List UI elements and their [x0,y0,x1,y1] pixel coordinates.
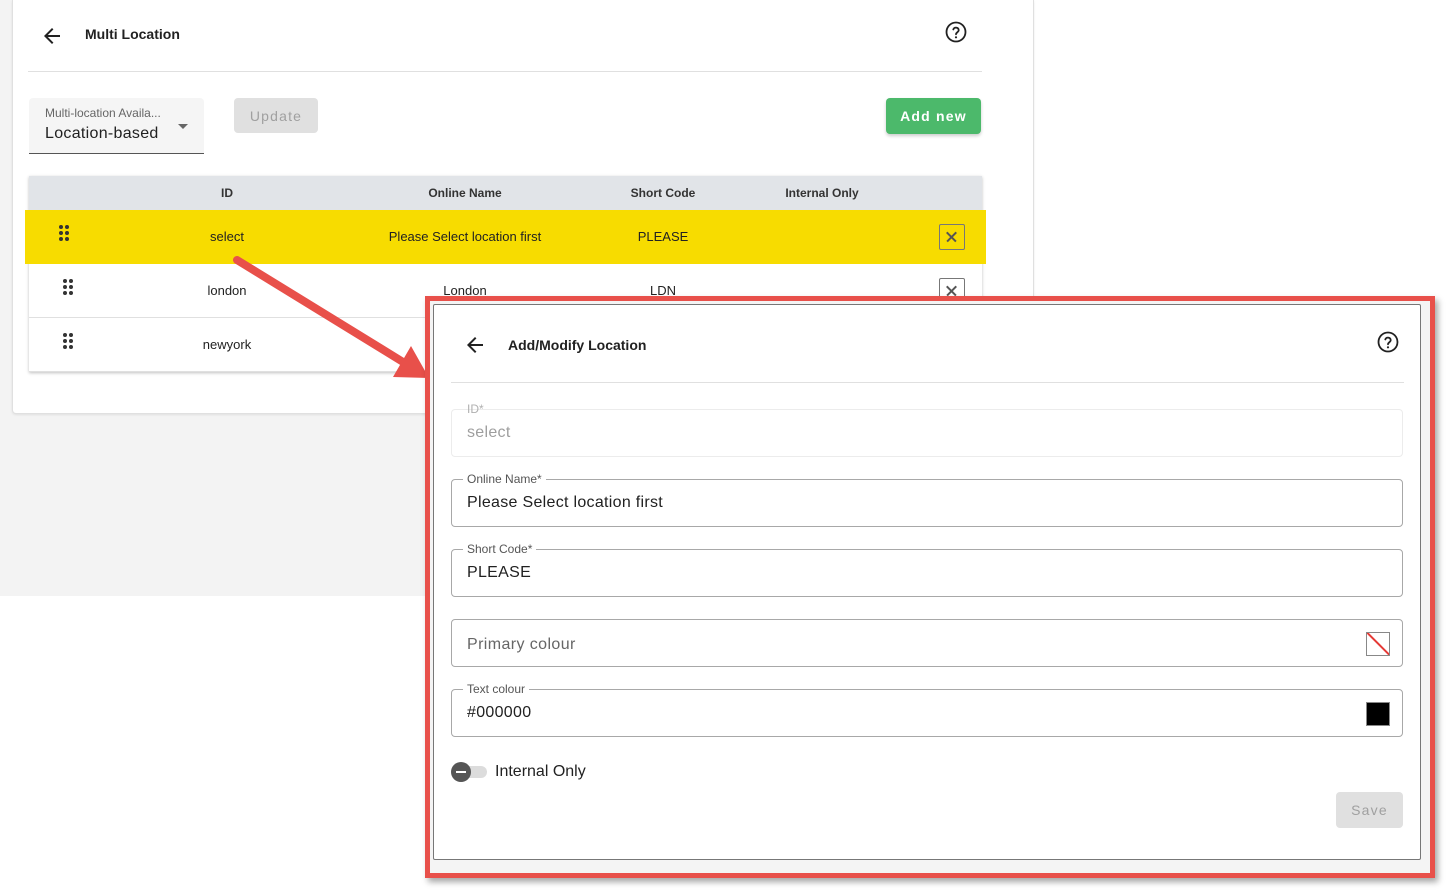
save-button[interactable]: Save [1336,792,1403,828]
short-code-value: PLEASE [467,564,532,581]
column-header-short-code[interactable]: Short Code [631,186,696,200]
short-code-field[interactable]: Short Code* PLEASE [451,542,1403,597]
back-arrow-icon[interactable] [40,24,64,48]
drag-handle-icon[interactable] [63,279,75,295]
column-header-online-name[interactable]: Online Name [428,186,501,200]
caret-down-icon [178,124,188,129]
annotation-arrow-icon [233,256,429,378]
table-header: ID Online Name Short Code Internal Only [29,176,982,210]
dialog-header: Add/Modify Location [451,305,1404,383]
page-title: Multi Location [85,26,180,42]
delete-row-icon[interactable] [939,224,965,250]
short-code-label: Short Code* [463,542,537,556]
add-new-button[interactable]: Add new [886,98,981,134]
page-header: Multi Location [28,0,982,72]
back-arrow-icon[interactable] [463,333,487,357]
help-icon[interactable] [1376,330,1400,354]
select-label: Multi-location Availa... [45,106,161,120]
help-icon[interactable] [944,20,968,44]
drag-handle-icon[interactable] [63,333,75,349]
table-row[interactable]: select Please Select location first PLEA… [25,210,986,264]
column-header-id[interactable]: ID [221,186,233,200]
id-field-label: ID* [467,402,484,416]
id-field: ID* select [451,402,1403,457]
multi-location-availability-select[interactable]: Multi-location Availa... Location-based [29,98,204,154]
internal-only-label: Internal Only [495,763,586,780]
online-name-label: Online Name* [463,472,546,486]
cell-id: select [210,229,244,244]
online-name-field[interactable]: Online Name* Please Select location firs… [451,472,1403,527]
text-colour-field[interactable]: Text colour #000000 [451,682,1403,737]
cell-online-name: Please Select location first [388,229,542,244]
text-colour-value: #000000 [467,704,532,721]
internal-only-toggle[interactable] [451,761,489,783]
column-header-internal-only[interactable]: Internal Only [785,186,858,200]
drag-handle-icon[interactable] [59,225,71,241]
colour-swatch-icon[interactable] [1366,702,1390,726]
primary-colour-field[interactable]: Primary colour [451,619,1403,667]
text-colour-label: Text colour [463,682,530,696]
toggle-knob-icon [451,762,471,782]
online-name-value: Please Select location first [467,494,664,511]
add-modify-location-dialog: Add/Modify Location ID* select Online Na… [433,304,1421,860]
no-colour-swatch-icon[interactable] [1366,632,1390,656]
id-field-value: select [467,424,511,441]
select-value: Location-based [45,125,159,142]
update-button[interactable]: Update [234,98,318,133]
cell-short-code: PLEASE [637,229,689,244]
primary-colour-placeholder: Primary colour [467,636,576,653]
dialog-title: Add/Modify Location [508,337,647,353]
